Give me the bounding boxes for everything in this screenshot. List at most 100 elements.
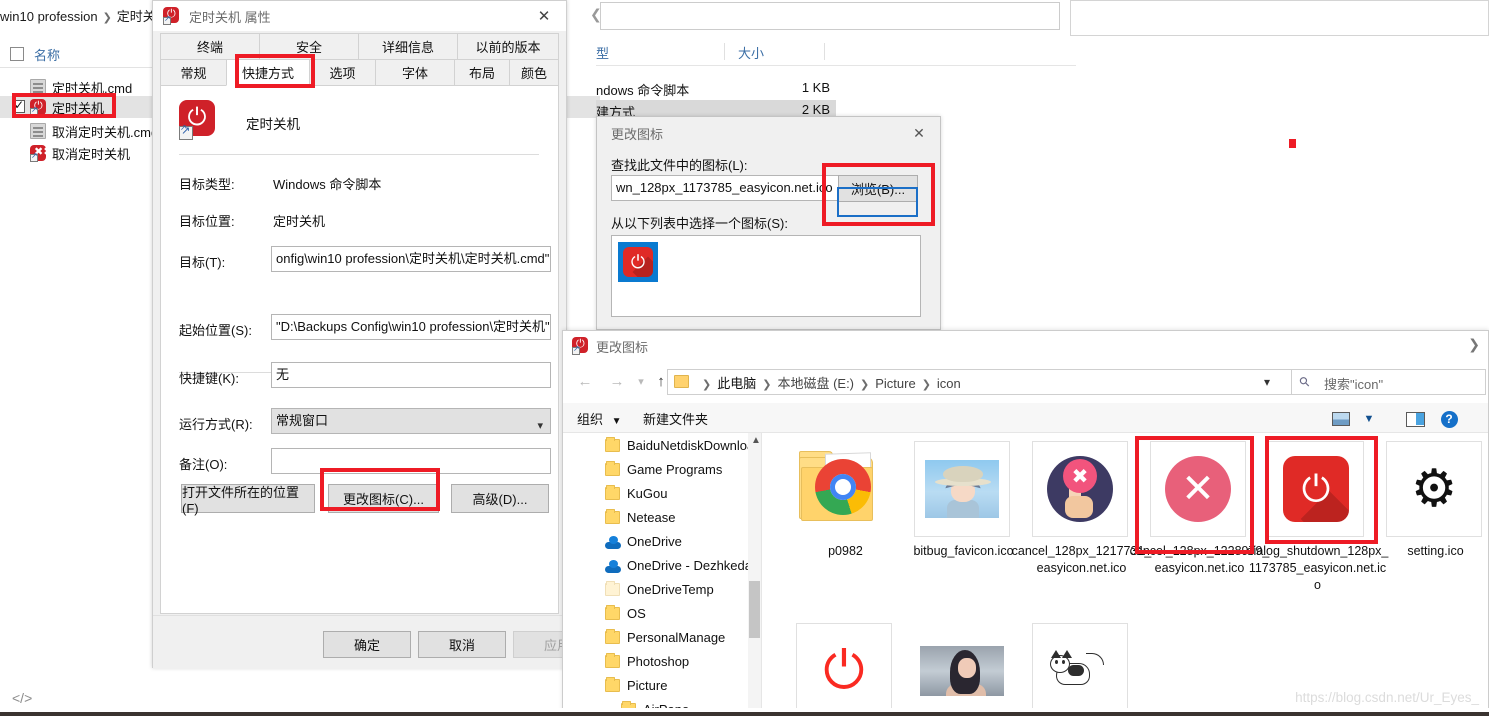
file-grid[interactable]: p0982 bitbug_favicon.ico ✖ cancel_128px_…	[762, 433, 1488, 716]
advanced-button[interactable]: 高级(D)...	[451, 484, 549, 513]
power-red-icon[interactable]: ⏻	[618, 242, 658, 282]
field-label-shortcut-key: 快捷键(K):	[179, 371, 239, 386]
scrollbar-thumb[interactable]	[749, 581, 760, 638]
breadcrumb-item-3[interactable]: icon	[937, 376, 961, 391]
properties-dialog: ⏻ 定时关机 属性 ✕ 终端 安全 详细信息 以前的版本 常规 快捷方式 选项 …	[152, 0, 601, 669]
run-mode-select[interactable]: 常规窗口 ▾	[271, 408, 551, 434]
file-name: 取消定时关机.cmd	[52, 125, 159, 140]
file-list-header: 名称	[0, 44, 160, 68]
select-icon-label: 从以下列表中选择一个图标(S):	[611, 216, 788, 231]
open-file-location-button[interactable]: 打开文件所在的位置(F)	[181, 484, 315, 516]
column-divider[interactable]	[824, 43, 825, 60]
arrow-right-icon[interactable]: →	[605, 369, 629, 393]
chevron-right-icon: ❯	[762, 379, 772, 391]
field-label-target-location: 目标位置:	[179, 214, 235, 229]
shortcut-key-input[interactable]: 无	[271, 362, 551, 388]
preview-pane-icon[interactable]	[1403, 409, 1427, 429]
help-icon[interactable]: ?	[1439, 409, 1459, 429]
new-folder-button[interactable]: 新建文件夹	[643, 409, 708, 428]
file-size: 2 KB	[801, 102, 830, 117]
tab-font[interactable]: 字体	[375, 59, 455, 86]
tab-row-primary: 常规 快捷方式 选项 字体 布局 颜色	[160, 59, 559, 86]
tab-previous-versions[interactable]: 以前的版本	[457, 33, 559, 60]
tree-item[interactable]: Game Programs	[563, 459, 753, 483]
tab-security[interactable]: 安全	[259, 33, 359, 60]
address-chevron-down-icon[interactable]: ▾	[1253, 371, 1281, 393]
tab-options[interactable]: 选项	[309, 59, 376, 86]
organize-menu[interactable]: 组织 ▼	[577, 409, 622, 428]
tree-item[interactable]: Picture	[563, 675, 753, 699]
file-type: ndows 命令脚本	[596, 83, 690, 98]
tree-scrollbar[interactable]: ▲	[748, 433, 761, 716]
file-name: 定时关机.cmd	[52, 81, 133, 96]
column-header-size[interactable]: 大小	[738, 43, 764, 62]
chrome-folder-thumb	[796, 441, 892, 537]
address-breadcrumbs: ❯ 此电脑 ❯ 本地磁盘 (E:) ❯ Picture ❯ icon	[696, 373, 961, 392]
folder-pale-icon	[605, 581, 620, 596]
close-icon[interactable]: ✕	[522, 1, 566, 31]
tab-general[interactable]: 常规	[160, 59, 227, 86]
chevron-right-icon[interactable]: ❯	[1468, 336, 1480, 353]
tab-layout[interactable]: 布局	[454, 59, 510, 86]
tree-item[interactable]: Photoshop	[563, 651, 753, 675]
ok-button[interactable]: 确定	[323, 631, 411, 658]
tree-item[interactable]: OS	[563, 603, 753, 627]
breadcrumb-item-1[interactable]: 本地磁盘 (E:)	[777, 376, 854, 391]
breadcrumb-item-2[interactable]: Picture	[875, 376, 915, 391]
chevron-right-icon: ❯	[102, 12, 112, 24]
comment-input[interactable]	[271, 448, 551, 474]
tree-item-label: BaiduNetdiskDownload	[627, 438, 762, 453]
address-bar[interactable]: ❯ 此电脑 ❯ 本地磁盘 (E:) ❯ Picture ❯ icon	[667, 369, 1289, 395]
close-icon[interactable]: ✕	[902, 121, 936, 145]
folder-icon	[605, 653, 620, 668]
target-input[interactable]: onfig\win10 profession\定时关机\定时关机.cmd"	[271, 246, 551, 272]
browse-button[interactable]: 浏览(B)...	[838, 175, 918, 202]
tree-item[interactable]: BaiduNetdiskDownload	[563, 435, 761, 459]
select-all-checkbox[interactable]	[10, 47, 24, 61]
view-chevron-down-icon[interactable]: ▼	[1361, 409, 1377, 429]
search-input[interactable]	[600, 2, 1060, 30]
tree-item[interactable]: PersonalManage	[563, 627, 753, 651]
tab-shortcut[interactable]: 快捷方式	[226, 59, 310, 86]
folder-icon	[605, 629, 620, 644]
breadcrumb-item-0[interactable]: win10 profession	[0, 9, 98, 24]
table-row[interactable]: ndows 命令脚本 1 KB	[596, 78, 836, 100]
tab-terminal[interactable]: 终端	[160, 33, 260, 60]
search-input[interactable]: ⚲ 搜索"icon"	[1291, 369, 1486, 395]
annotation-dot	[1289, 139, 1296, 148]
tab-colors[interactable]: 颜色	[509, 59, 559, 86]
divider	[179, 154, 539, 155]
organize-label: 组织	[577, 412, 604, 427]
column-divider[interactable]	[724, 43, 725, 60]
dialog-titlebar[interactable]: ⏻ 定时关机 属性 ✕	[153, 1, 566, 31]
cmd-script-icon	[30, 123, 47, 140]
tree-item[interactable]: OneDriveTemp	[563, 579, 753, 603]
column-header-type[interactable]: 型	[596, 43, 609, 62]
breadcrumb-item-0[interactable]: 此电脑	[717, 376, 756, 391]
file-name: setting.ico	[1407, 544, 1464, 558]
tree-item[interactable]: OneDrive	[563, 531, 753, 555]
window-title: 更改图标	[596, 340, 649, 355]
start-in-input[interactable]: "D:\Backups Config\win10 profession\定时关机…	[271, 314, 551, 340]
power-shortcut-icon: ⏻	[572, 337, 590, 355]
icon-list[interactable]: ⏻	[611, 235, 921, 317]
tree-item[interactable]: OneDrive - Dezhkeda	[563, 555, 753, 579]
tree-item[interactable]: KuGou	[563, 483, 753, 507]
secondary-panel	[1070, 0, 1489, 36]
row-checkbox[interactable]: ✓	[12, 99, 25, 113]
column-header-name[interactable]: 名称	[34, 45, 60, 64]
cancel-hand-thumb: ✖	[1032, 441, 1128, 537]
cancel-button[interactable]: 取消	[418, 631, 506, 658]
arrow-left-icon[interactable]: ←	[573, 369, 597, 393]
folder-tree[interactable]: BaiduNetdiskDownload Game Programs KuGou…	[563, 433, 771, 716]
tab-details[interactable]: 详细信息	[358, 33, 458, 60]
view-large-icons-icon[interactable]	[1329, 409, 1353, 429]
power-outline-thumb: ⏻	[796, 623, 892, 716]
window-titlebar[interactable]: ⏻ 更改图标 ❯	[563, 331, 1488, 361]
breadcrumb[interactable]: win10 profession❯定时关机	[0, 6, 160, 28]
chevron-up-icon[interactable]: ▲	[751, 435, 761, 446]
file-size: 1 KB	[801, 80, 830, 95]
girl-snow-thumb	[914, 623, 1010, 716]
tree-item[interactable]: Netease	[563, 507, 753, 531]
change-icon-button[interactable]: 更改图标(C)...	[328, 484, 439, 513]
